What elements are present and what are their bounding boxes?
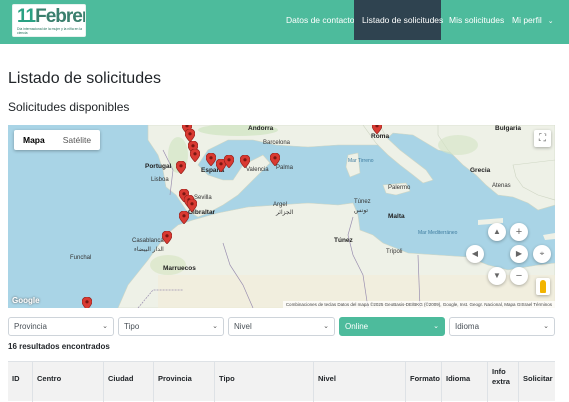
pan-left-button[interactable]: ◀ (466, 245, 484, 263)
map-pin-marker[interactable] (175, 160, 187, 175)
col-header-nivel[interactable]: Nivel (313, 362, 405, 402)
pan-right-button[interactable]: ▶ (510, 245, 528, 263)
filter-nivel-select[interactable]: Nivel ⌄ (228, 317, 335, 336)
logo-tagline: Día internacional de la mujer y la niña … (17, 27, 83, 35)
logo-title: 11Febrero (17, 6, 85, 27)
col-header-id[interactable]: ID (8, 362, 32, 402)
map-pin-marker[interactable] (161, 230, 173, 245)
chevron-down-icon: ⌄ (543, 323, 549, 330)
map-label-argel-ar: الجزائر (276, 210, 294, 216)
map-label-roma: Roma (371, 133, 390, 140)
chevron-down-icon: ⌄ (102, 323, 108, 330)
filter-online-select[interactable]: Online ⌄ (339, 317, 445, 336)
zoom-out-button[interactable]: − (510, 267, 528, 285)
recenter-button[interactable]: ⌖ (533, 245, 551, 263)
map-label-tunez-country: Túnez (334, 237, 353, 244)
nav-request-list[interactable]: Listado de solicitudes (354, 0, 443, 40)
map-label-barcelona: Barcelona (263, 140, 291, 146)
map-background (117, 125, 555, 308)
map-type-satellite-button[interactable]: Satélite (54, 130, 100, 150)
col-header-info-extra[interactable]: Info extra (487, 362, 518, 402)
map-label-mar-mediterraneo: Mar Mediterráneo (418, 230, 458, 236)
chevron-down-icon: ⌄ (323, 323, 329, 330)
col-header-tipo[interactable]: Tipo (214, 362, 313, 402)
map-pin-marker[interactable] (371, 125, 383, 135)
map-label-andorra: Andorra (248, 125, 274, 132)
pan-down-button[interactable]: ▼ (488, 267, 506, 285)
filter-idioma-select[interactable]: Idioma ⌄ (449, 317, 555, 336)
map-label-grecia: Grecia (470, 167, 491, 174)
requests-map[interactable]: Andorra Roma Bulgaria Barcelona Portugal… (8, 125, 555, 308)
chevron-up-icon: ▲ (493, 227, 501, 236)
map-label-tunez-city: Túnez (354, 199, 371, 205)
col-header-centro[interactable]: Centro (32, 362, 103, 402)
map-label-bulgaria: Bulgaria (495, 125, 522, 132)
map-label-tunez-ar: تونس (354, 208, 369, 214)
results-count: 16 resultados encontrados (8, 342, 110, 351)
map-label-portugal: Portugal (145, 163, 172, 170)
crosshair-icon: ⌖ (539, 249, 545, 258)
map-label-marruecos: Marruecos (163, 265, 196, 272)
col-header-solicitar[interactable]: Solicitar (518, 362, 555, 402)
map-label-tripoli: Trípoli (386, 249, 403, 255)
page-title: Listado de solicitudes (8, 70, 161, 87)
map-pin-marker[interactable] (223, 154, 235, 169)
col-header-provincia[interactable]: Provincia (153, 362, 214, 402)
map-label-funchal: Funchal (70, 255, 92, 261)
map-type-control: Mapa Satélite (14, 130, 101, 150)
map-pin-marker[interactable] (81, 296, 93, 308)
map-type-map-button[interactable]: Mapa (14, 130, 54, 150)
col-header-ciudad[interactable]: Ciudad (103, 362, 153, 402)
pegman-icon (540, 280, 546, 293)
chevron-down-icon: ⌄ (212, 323, 218, 330)
map-pin-marker[interactable] (189, 148, 201, 163)
fullscreen-button[interactable]: ⛶ (534, 130, 551, 147)
chevron-down-icon: ⌄ (547, 18, 554, 25)
street-view-pegman[interactable] (536, 278, 550, 295)
nav-my-requests[interactable]: Mis solicitudes (441, 0, 512, 40)
map-label-malta: Malta (388, 213, 405, 220)
map-attribution[interactable]: Combinaciones de teclas Datos del mapa ©… (282, 301, 555, 308)
map-label-casablanca: Casablanca (132, 238, 164, 244)
filter-tipo-select[interactable]: Tipo ⌄ (118, 317, 224, 336)
fullscreen-icon: ⛶ (539, 133, 546, 144)
chevron-left-icon: ◀ (471, 249, 479, 258)
map-pin-marker[interactable] (205, 152, 217, 167)
zoom-in-button[interactable]: + (510, 223, 528, 241)
brand-logo[interactable]: 11Febrero Día internacional de la mujer … (12, 4, 86, 37)
chevron-down-icon: ▼ (493, 271, 501, 280)
map-label-mar-tirreno: Mar Tirreno (348, 158, 374, 164)
col-header-formato[interactable]: Formato (405, 362, 441, 402)
map-pin-marker[interactable] (269, 152, 281, 167)
google-logo: Google (12, 296, 40, 305)
map-label-palermo: Palermo (388, 185, 411, 191)
section-subtitle: Solicitudes disponibles (8, 100, 130, 114)
map-label-atenas: Atenas (492, 183, 511, 189)
nav-contact-data[interactable]: Datos de contacto (278, 0, 363, 40)
nav-my-profile[interactable]: Mi perfil ⌄ (504, 0, 562, 40)
top-navbar: 11Febrero Día internacional de la mujer … (0, 0, 569, 44)
chevron-down-icon: ⌄ (433, 323, 439, 330)
chevron-right-icon: ▶ (515, 249, 523, 258)
filter-provincia-select[interactable]: Provincia ⌄ (8, 317, 114, 336)
map-pin-marker[interactable] (178, 210, 190, 225)
map-label-argel: Argel (273, 202, 288, 208)
col-header-idioma[interactable]: Idioma (441, 362, 487, 402)
map-label-lisboa: Lisboa (151, 177, 169, 183)
requests-table-header: ID Centro Ciudad Provincia Tipo Nivel Fo… (8, 361, 555, 402)
map-label-casablanca-ar: الدار البيضاء (134, 247, 164, 253)
pan-up-button[interactable]: ▲ (488, 223, 506, 241)
map-pin-marker[interactable] (239, 154, 251, 169)
